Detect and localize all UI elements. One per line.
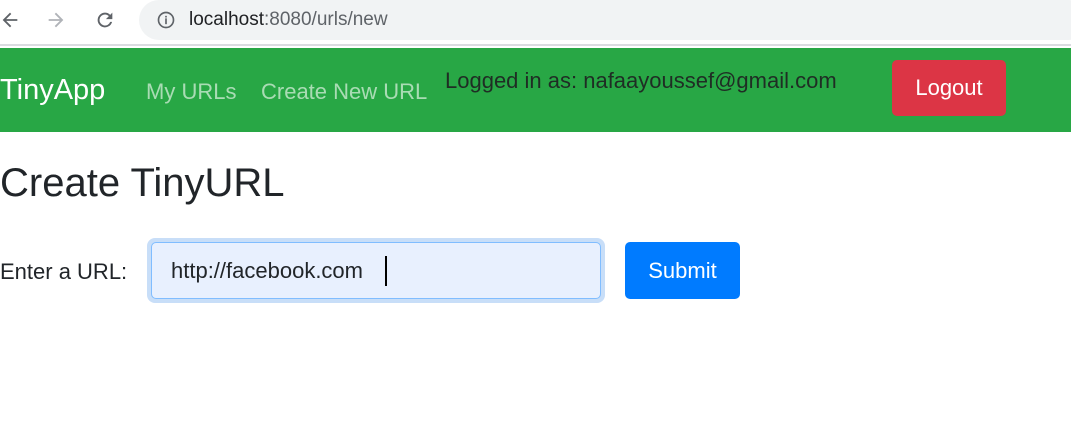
browser-toolbar: localhost:8080/urls/new xyxy=(0,0,1071,46)
url-input[interactable] xyxy=(151,242,601,299)
nav-link-my-urls[interactable]: My URLs xyxy=(146,79,236,105)
url-input-focus-ring xyxy=(147,238,605,303)
info-icon[interactable] xyxy=(156,10,176,30)
page-title: Create TinyURL xyxy=(0,161,285,205)
arrow-left-icon xyxy=(2,12,18,28)
logged-in-text: Logged in as: nafaayoussef@gmail.com xyxy=(445,68,837,93)
reload-icon xyxy=(97,12,113,28)
reload-button[interactable] xyxy=(89,4,121,36)
back-button[interactable] xyxy=(0,4,26,36)
address-bar[interactable]: localhost:8080/urls/new xyxy=(139,0,1071,40)
text-caret xyxy=(385,256,387,286)
forward-button[interactable] xyxy=(40,4,72,36)
url-path: :8080/urls/new xyxy=(264,9,388,30)
url-host: localhost xyxy=(189,9,264,30)
nav-link-create-new-url[interactable]: Create New URL xyxy=(261,79,427,105)
brand-link[interactable]: TinyApp xyxy=(0,74,105,107)
logout-button[interactable]: Logout xyxy=(892,60,1006,116)
submit-button[interactable]: Submit xyxy=(625,242,740,299)
url-label: Enter a URL: xyxy=(0,259,128,284)
arrow-right-icon xyxy=(48,12,64,28)
address-text: localhost:8080/urls/new xyxy=(189,9,388,31)
navbar: TinyApp My URLs Create New URL Logged in… xyxy=(0,48,1071,132)
